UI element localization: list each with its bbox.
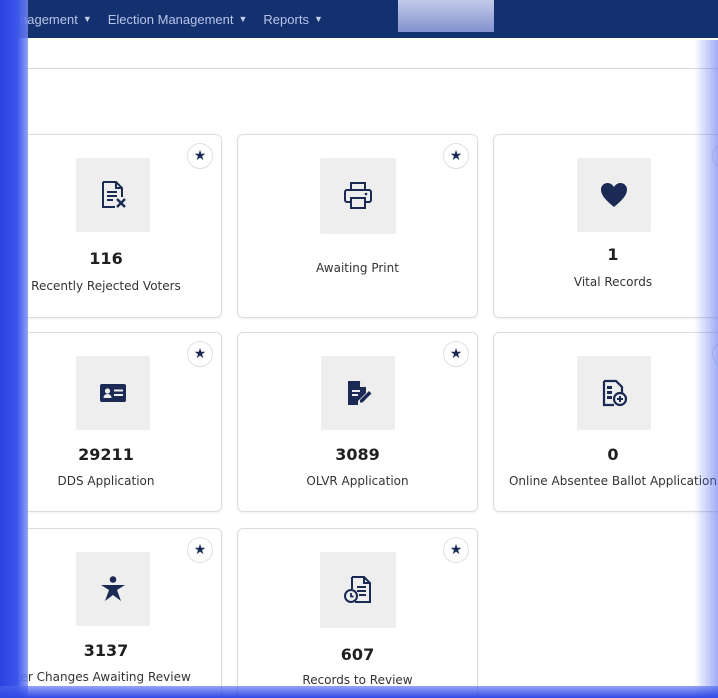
card-dds-application[interactable]: ★ 29211 DDS Application <box>0 332 222 512</box>
frame-border-left <box>0 0 28 698</box>
chevron-down-icon: ▼ <box>238 14 248 24</box>
id-card-icon <box>99 382 127 404</box>
icon-tile <box>319 158 396 234</box>
frame-glow <box>694 40 718 698</box>
icon-tile <box>577 356 651 430</box>
card-count: 607 <box>340 645 375 664</box>
frame-border-bottom <box>0 686 718 698</box>
card-label: Online Absentee Ballot Application <box>508 474 718 488</box>
card-olvr-application[interactable]: ★ 3089 OLVR Application <box>237 332 478 512</box>
dashboard-page: ★ 116 Recently Rejected Voters ★ Awaitin… <box>0 38 718 698</box>
chevron-down-icon: ▼ <box>313 14 323 24</box>
nav-reports-label: Reports <box>263 11 309 27</box>
nav-management[interactable]: nagement ▼ <box>20 12 92 27</box>
card-label: DDS Application <box>57 474 155 488</box>
nav-election-management-label: Election Management <box>107 11 234 27</box>
card-count: 3089 <box>335 445 380 464</box>
favorite-star-icon[interactable]: ★ <box>443 341 469 367</box>
icon-tile <box>76 356 150 430</box>
card-count: 29211 <box>78 445 134 464</box>
card-label: Voter Changes Awaiting Review <box>1 670 191 684</box>
card-voter-changes-awaiting-review[interactable]: ★ 3137 Voter Changes Awaiting Review <box>0 528 222 698</box>
document-edit-icon <box>344 379 372 407</box>
icon-tile <box>76 158 150 232</box>
screen-glare <box>398 0 494 32</box>
card-label: Records to Review <box>302 673 413 687</box>
favorite-star-icon[interactable]: ★ <box>187 143 213 169</box>
nav-reports[interactable]: Reports ▼ <box>263 12 322 27</box>
nav-management-label: nagement <box>20 11 78 27</box>
favorite-star-icon[interactable]: ★ <box>187 341 213 367</box>
icon-tile <box>76 552 150 626</box>
card-count: 3137 <box>83 641 129 660</box>
card-count: 116 <box>89 249 123 268</box>
card-vital-records[interactable]: ★ 1 Vital Records <box>493 134 718 318</box>
printer-icon <box>342 180 374 212</box>
card-count: 0 <box>607 445 619 464</box>
card-awaiting-print[interactable]: ★ Awaiting Print <box>237 134 478 318</box>
favorite-star-icon[interactable]: ★ <box>443 537 469 563</box>
card-label: OLVR Application <box>306 474 409 488</box>
favorite-star-icon[interactable]: ★ <box>187 537 213 563</box>
favorite-star-icon[interactable]: ★ <box>443 143 469 169</box>
document-clock-icon <box>343 575 373 605</box>
ballot-add-icon <box>600 379 628 407</box>
card-label: Recently Rejected Voters <box>31 279 181 293</box>
document-x-icon <box>97 179 129 211</box>
icon-tile <box>319 552 396 628</box>
icon-tile <box>577 158 651 232</box>
card-label: Awaiting Print <box>316 261 399 275</box>
icon-tile <box>320 356 395 430</box>
card-records-to-review[interactable]: ★ 607 Records to Review <box>237 528 478 698</box>
nav-election-management[interactable]: Election Management ▼ <box>108 12 248 27</box>
sub-toolbar <box>0 38 718 69</box>
person-star-icon <box>99 575 127 603</box>
card-count: 1 <box>607 245 619 264</box>
heart-icon <box>600 182 628 208</box>
card-label: Vital Records <box>573 275 653 289</box>
card-online-absentee-ballot[interactable]: ★ 0 Online Absentee Ballot Application <box>493 332 718 512</box>
top-nav: nagement ▼ Election Management ▼ Reports… <box>0 0 718 38</box>
card-recently-rejected-voters[interactable]: ★ 116 Recently Rejected Voters <box>0 134 222 318</box>
chevron-down-icon: ▼ <box>82 14 92 24</box>
